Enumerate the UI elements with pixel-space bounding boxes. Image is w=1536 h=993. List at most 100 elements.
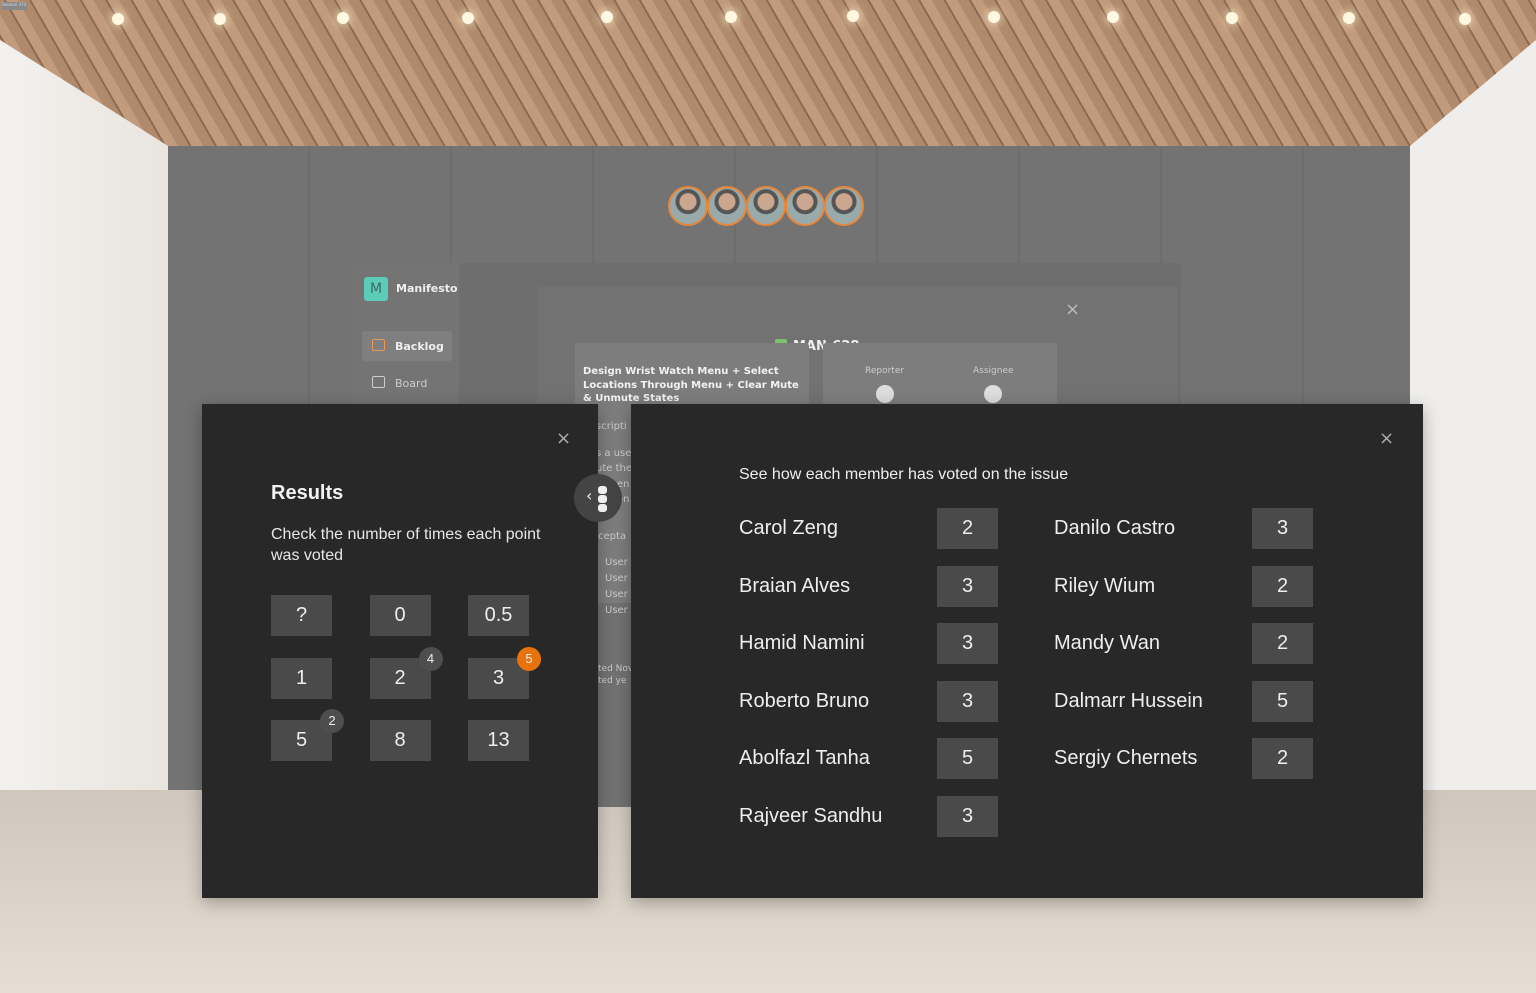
backlog-icon [372, 339, 385, 351]
sidebar-item-board[interactable]: Board [362, 368, 452, 398]
ceiling-light [1459, 12, 1471, 25]
member-vote: 5 [1252, 680, 1313, 722]
member-vote: 3 [937, 680, 998, 722]
point-option[interactable]: ? [271, 595, 332, 636]
member-vote-row: Mandy Wan 2 [1054, 623, 1314, 664]
text-fragment: scripti [596, 421, 627, 432]
member-name: Riley Wium [1054, 574, 1156, 597]
ceiling-light [601, 11, 613, 23]
text-fragment: ted Nov [598, 664, 634, 674]
ceiling-light [214, 12, 226, 25]
text-fragment: User [605, 557, 628, 568]
member-name: Dalmarr Hussein [1054, 689, 1203, 712]
chevron-left-icon: ‹ [586, 486, 593, 505]
right-wall [1410, 40, 1536, 860]
nav-label: Backlog [395, 340, 444, 353]
member-vote-row: Rajveer Sandhu 3 [739, 795, 999, 837]
text-fragment: User [605, 589, 628, 600]
member-vote-row: Riley Wium 2 [1054, 565, 1314, 607]
participant-avatars [668, 186, 864, 226]
point-label: 0.5 [484, 604, 513, 626]
member-name: Carol Zeng [739, 517, 838, 539]
point-label: 1 [295, 666, 308, 689]
member-vote: 2 [1252, 738, 1313, 779]
avatar[interactable] [746, 186, 786, 226]
point-option[interactable]: 52 [271, 709, 344, 761]
point-option[interactable]: 0.5 [468, 595, 529, 636]
vote-count-badge: 5 [517, 646, 541, 671]
close-icon[interactable]: × [1379, 428, 1394, 449]
point-option[interactable]: 8 [369, 720, 431, 761]
ceiling-light [1226, 11, 1238, 24]
ceiling [0, 0, 1536, 146]
member-name: Abolfazl Tanha [739, 747, 870, 769]
member-name: Sergiy Chernets [1054, 747, 1198, 769]
point-label: 3 [492, 666, 505, 689]
votes-heading: See how each member has voted on the iss… [739, 466, 1069, 483]
point-option[interactable]: 35 [468, 646, 541, 699]
ceiling-light [847, 10, 859, 22]
member-vote: 2 [1252, 623, 1313, 664]
assignee-avatar[interactable] [984, 385, 1002, 403]
member-vote: 5 [937, 738, 998, 779]
member-vote-row: Abolfazl Tanha 5 [739, 738, 999, 779]
member-name: Danilo Castro [1054, 517, 1176, 539]
avatar[interactable] [785, 186, 825, 226]
window-wall [0, 40, 175, 870]
avatar[interactable] [824, 186, 864, 226]
text-fragment: User [605, 573, 628, 584]
issue-title: Design Wrist Watch Menu + Select Locatio… [583, 366, 799, 404]
close-icon[interactable]: × [1065, 299, 1080, 320]
app-logo: M [364, 277, 388, 301]
member-vote: 3 [937, 623, 998, 664]
text-fragment: User [605, 605, 628, 616]
member-vote: 3 [937, 565, 998, 607]
point-label: 13 [487, 729, 510, 751]
vote-count-badge: 2 [320, 709, 344, 733]
member-vote-row: Hamid Namini 3 [739, 623, 999, 664]
vote-count-badge: 4 [418, 646, 443, 671]
point-label: 2 [394, 666, 406, 689]
member-name: Braian Alves [739, 574, 851, 597]
reporter-label: Reporter [865, 366, 905, 376]
text-fragment: cepta [598, 531, 627, 542]
board-icon [372, 376, 385, 388]
reporter-avatar[interactable] [876, 385, 894, 403]
avatar[interactable] [707, 186, 747, 226]
member-vote: 2 [937, 508, 998, 549]
avatar[interactable] [668, 186, 708, 226]
point-option[interactable]: 24 [369, 646, 443, 699]
app-name: Manifesto [396, 282, 458, 295]
ceiling-light [725, 10, 737, 23]
text-fragment: ted ye [598, 676, 627, 686]
ceiling-light [337, 12, 349, 24]
panel-toggle-handle[interactable]: ‹ [574, 474, 622, 522]
ceiling-light [1107, 11, 1119, 23]
point-option[interactable]: 13 [468, 720, 529, 761]
member-vote: 3 [1252, 508, 1313, 549]
member-vote: 2 [1252, 565, 1313, 607]
results-subtitle: Check the number of times each point was… [271, 526, 541, 564]
ceiling-light [988, 10, 1000, 23]
member-vote: 3 [937, 795, 998, 837]
ceiling-light [462, 11, 474, 24]
member-vote-row: Sergiy Chernets 2 [1054, 738, 1314, 779]
text-fragment: ute the [596, 463, 633, 474]
close-icon[interactable]: × [556, 428, 571, 449]
member-vote-row: Braian Alves 3 [739, 565, 999, 607]
handle-dot [598, 486, 607, 494]
point-option[interactable]: 0 [369, 595, 431, 636]
point-label: ? [295, 604, 308, 626]
member-name: Rajveer Sandhu [739, 804, 883, 827]
point-label: 8 [394, 729, 406, 751]
results-panel: × Results Check the number of times each… [202, 404, 598, 898]
sidebar-item-backlog[interactable]: Backlog [362, 331, 452, 361]
results-title: Results [271, 482, 344, 504]
point-option[interactable]: 1 [271, 657, 332, 699]
assignee-label: Assignee [973, 366, 1014, 376]
member-vote-row: Danilo Castro 3 [1054, 508, 1314, 549]
member-vote-row: Carol Zeng 2 [739, 508, 999, 549]
ceiling-light [1343, 12, 1355, 24]
session-tag: Session 374 [2, 2, 27, 10]
member-name: Hamid Namini [739, 632, 865, 654]
